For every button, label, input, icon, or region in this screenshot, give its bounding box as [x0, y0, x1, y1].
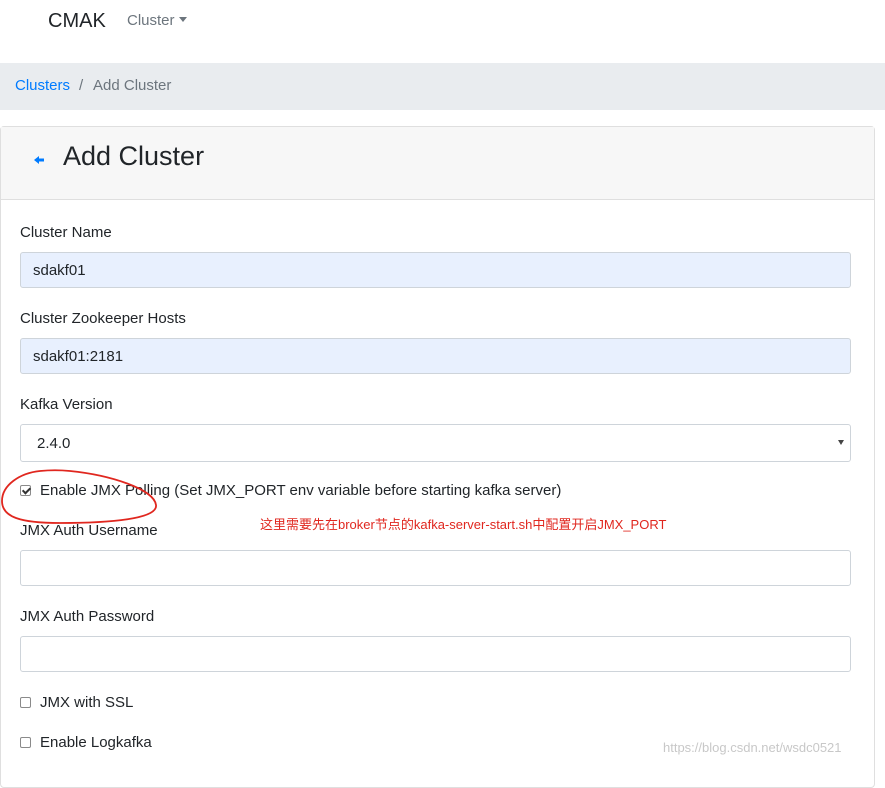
breadcrumb-clusters-link[interactable]: Clusters [15, 77, 70, 94]
jmx-password-label: JMX Auth Password [20, 608, 155, 625]
cluster-dropdown[interactable]: Cluster [127, 12, 187, 29]
breadcrumb-current: Add Cluster [93, 77, 172, 94]
cluster-name-label: Cluster Name [20, 224, 112, 241]
logkafka-label: Enable Logkafka [40, 734, 152, 751]
watermark: https://blog.csdn.net/wsdc0521 [663, 740, 842, 755]
zk-hosts-label: Cluster Zookeeper Hosts [20, 310, 186, 327]
zk-hosts-input[interactable] [20, 338, 851, 374]
jmx-password-input[interactable] [20, 636, 851, 672]
cluster-dropdown-label: Cluster [127, 12, 175, 29]
enable-jmx-checkbox[interactable] [20, 485, 31, 496]
top-navbar: CMAK Cluster [0, 0, 885, 62]
cluster-name-input[interactable] [20, 252, 851, 288]
jmx-ssl-checkbox[interactable] [20, 697, 31, 708]
select-caret-icon [838, 440, 844, 445]
red-annotation-note: 这里需要先在broker节点的kafka-server-start.sh中配置开… [260, 517, 667, 532]
brand-logo[interactable]: CMAK [48, 10, 106, 33]
card-header: Add Cluster [1, 127, 874, 200]
page-title: Add Cluster [63, 141, 205, 171]
logkafka-checkbox[interactable] [20, 737, 31, 748]
caret-down-icon [178, 17, 187, 22]
jmx-username-input[interactable] [20, 550, 851, 586]
kafka-version-label: Kafka Version [20, 396, 113, 413]
arrow-left-icon[interactable] [32, 153, 46, 167]
kafka-version-select[interactable]: 2.4.0 [20, 424, 851, 462]
breadcrumb: Clusters / Add Cluster [0, 63, 885, 110]
kafka-version-value: 2.4.0 [37, 435, 71, 452]
enable-jmx-label: Enable JMX Polling (Set JMX_PORT env var… [40, 482, 562, 499]
breadcrumb-separator: / [79, 77, 84, 94]
jmx-ssl-label: JMX with SSL [40, 694, 134, 711]
jmx-username-label: JMX Auth Username [20, 522, 158, 539]
